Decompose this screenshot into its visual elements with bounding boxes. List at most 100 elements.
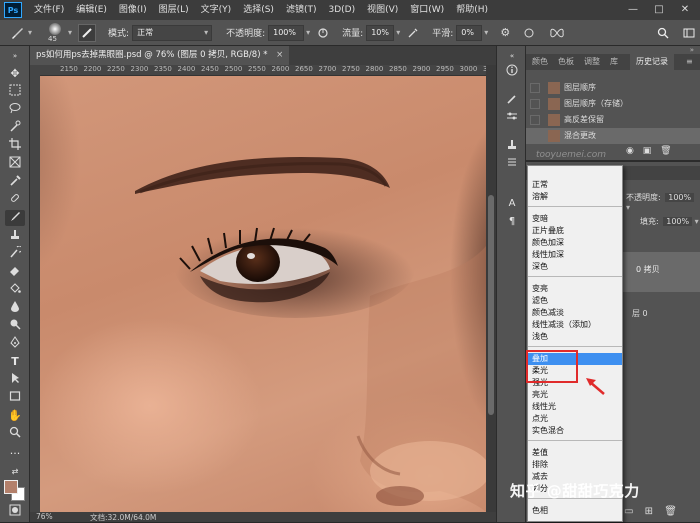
menu-item[interactable]: 文字(Y) bbox=[195, 0, 238, 20]
pressure-opacity-icon[interactable] bbox=[314, 24, 332, 42]
flow-caret-icon[interactable]: ▾ bbox=[396, 28, 400, 37]
properties-icon[interactable] bbox=[502, 156, 522, 172]
type-tool-icon[interactable]: T bbox=[5, 354, 25, 370]
blend-mode-option[interactable]: 实色混合 bbox=[528, 425, 622, 437]
blend-mode-option[interactable]: 颜色减淡 bbox=[528, 307, 622, 319]
flow-field[interactable]: 10% bbox=[366, 24, 395, 41]
smooth-caret-icon[interactable]: ▾ bbox=[484, 28, 488, 37]
layer-row-selected[interactable]: 0 拷贝 bbox=[622, 252, 700, 292]
search-icon[interactable] bbox=[654, 24, 672, 42]
move-tool-icon[interactable]: ✥ bbox=[5, 66, 25, 82]
document-tab[interactable]: ps如何用ps去掉黑眼圈.psd @ 76% (图层 0 拷贝, RGB/8) … bbox=[30, 46, 290, 65]
close-window-button[interactable]: ✕ bbox=[672, 0, 698, 20]
blend-mode-option[interactable]: 深色 bbox=[528, 261, 622, 273]
blend-mode-option[interactable]: 差值 bbox=[528, 447, 622, 459]
paragraph-panel-icon[interactable]: ¶ bbox=[502, 214, 522, 230]
tab-color[interactable]: 颜色 bbox=[532, 54, 548, 70]
workspace-icon[interactable] bbox=[680, 24, 698, 42]
history-item[interactable]: 图层顺序（存储） bbox=[526, 96, 700, 112]
tab-swatches[interactable]: 色板 bbox=[558, 54, 574, 70]
brush-panel-icon[interactable] bbox=[502, 92, 522, 108]
brush-settings-panel-icon[interactable] bbox=[502, 110, 522, 126]
hand-tool-icon[interactable]: ✋ bbox=[5, 408, 25, 424]
blend-mode-option[interactable]: 排除 bbox=[528, 459, 622, 471]
symmetry-butterfly-icon[interactable] bbox=[548, 24, 566, 42]
swap-colors-icon[interactable]: ⇄ bbox=[5, 464, 25, 480]
menu-item[interactable]: 窗口(W) bbox=[404, 0, 450, 20]
close-tab-icon[interactable]: × bbox=[276, 50, 283, 60]
quick-select-tool-icon[interactable] bbox=[5, 120, 25, 136]
delete-history-icon[interactable]: 🗑 bbox=[660, 146, 671, 156]
history-item[interactable]: 高反差保留 bbox=[526, 112, 700, 128]
foreground-color-swatch[interactable] bbox=[4, 480, 18, 494]
layer-row[interactable]: 层 0 bbox=[622, 302, 700, 326]
new-group-icon[interactable]: ▭ bbox=[624, 506, 633, 517]
menu-item[interactable]: 滤镜(T) bbox=[280, 0, 323, 20]
layer-fill-control[interactable]: 填充: 100% ▾ bbox=[640, 216, 699, 227]
path-selection-tool-icon[interactable] bbox=[5, 372, 25, 388]
clone-source-icon[interactable] bbox=[502, 138, 522, 154]
paint-bucket-tool-icon[interactable] bbox=[5, 282, 25, 298]
maximize-button[interactable]: □ bbox=[646, 0, 672, 20]
dodge-tool-icon[interactable] bbox=[5, 318, 25, 334]
character-panel-icon[interactable]: A bbox=[502, 196, 522, 212]
frame-tool-icon[interactable] bbox=[5, 156, 25, 172]
menu-item[interactable]: 编辑(E) bbox=[70, 0, 113, 20]
marquee-tool-icon[interactable] bbox=[5, 84, 25, 100]
blend-mode-option[interactable]: 浅色 bbox=[528, 331, 622, 343]
history-brush-tool-icon[interactable] bbox=[5, 245, 25, 262]
menu-item[interactable]: 帮助(H) bbox=[450, 0, 494, 20]
snapshot-icon[interactable]: ◉ bbox=[626, 146, 634, 156]
brush-picker-caret-icon[interactable]: ▾ bbox=[68, 28, 72, 37]
tab-libraries[interactable]: 库 bbox=[610, 54, 618, 70]
new-layer-icon[interactable]: ⊞ bbox=[645, 506, 653, 517]
layer-opacity-control[interactable]: 不透明度: 100% ▾ bbox=[626, 192, 700, 212]
brush-settings-icon[interactable] bbox=[78, 23, 97, 42]
collapse-dock-icon[interactable]: » bbox=[690, 46, 694, 54]
eraser-tool-icon[interactable] bbox=[5, 264, 25, 280]
blend-mode-dropdown[interactable]: 正常 溶解 变暗 正片叠底 颜色加深 线性加深 深色 变亮 滤色 颜色减淡 线性减淡（添加） 浅色 叠加… bbox=[527, 165, 623, 522]
blend-mode-option[interactable]: 滤色 bbox=[528, 295, 622, 307]
more-tools-icon[interactable]: ··· bbox=[5, 446, 25, 462]
scrollbar-thumb[interactable] bbox=[488, 195, 494, 415]
zoom-tool-icon[interactable] bbox=[5, 426, 25, 442]
history-item[interactable]: 图层顺序 bbox=[526, 80, 700, 96]
delete-layer-icon[interactable]: 🗑 bbox=[664, 506, 677, 517]
blend-mode-option[interactable]: 颜色加深 bbox=[528, 237, 622, 249]
dropdown-caret-icon[interactable]: ▾ bbox=[28, 28, 32, 37]
blend-mode-option[interactable]: 点光 bbox=[528, 413, 622, 425]
blend-mode-option[interactable]: 线性减淡（添加） bbox=[528, 319, 622, 331]
blend-mode-option[interactable]: 正片叠底 bbox=[528, 225, 622, 237]
brush-tool-icon[interactable] bbox=[8, 24, 26, 42]
zoom-level[interactable]: 76% bbox=[36, 512, 53, 521]
crop-tool-icon[interactable] bbox=[5, 138, 25, 154]
blend-mode-option[interactable]: 线性光 bbox=[528, 401, 622, 413]
airbrush-icon[interactable] bbox=[404, 24, 422, 42]
gear-icon[interactable]: ⚙ bbox=[496, 24, 514, 42]
brush-tool-icon[interactable] bbox=[5, 210, 25, 226]
menu-item[interactable]: 文件(F) bbox=[28, 0, 70, 20]
blend-mode-option[interactable]: 正常 bbox=[528, 179, 622, 191]
document-info[interactable]: 文档:32.0M/64.0M bbox=[90, 512, 156, 523]
menu-item[interactable]: 3D(D) bbox=[322, 0, 361, 20]
quick-mask-icon[interactable] bbox=[5, 504, 25, 520]
menu-item[interactable]: 图像(I) bbox=[113, 0, 153, 20]
canvas-photo[interactable] bbox=[40, 76, 486, 512]
blend-mode-option[interactable]: 变亮 bbox=[528, 283, 622, 295]
blend-mode-option[interactable]: 线性加深 bbox=[528, 249, 622, 261]
history-item-selected[interactable]: 混合更改 bbox=[526, 128, 700, 144]
mode-select[interactable]: 正常 ▾ bbox=[132, 24, 213, 41]
opacity-field[interactable]: 100% bbox=[268, 24, 305, 41]
pressure-size-icon[interactable] bbox=[520, 24, 538, 42]
tab-adjustments[interactable]: 调整 bbox=[584, 54, 600, 70]
blur-tool-icon[interactable] bbox=[5, 300, 25, 316]
expand-panels-icon[interactable]: « bbox=[502, 48, 522, 64]
smooth-field[interactable]: 0% bbox=[456, 24, 483, 41]
opacity-caret-icon[interactable]: ▾ bbox=[306, 28, 310, 37]
menu-item[interactable]: 选择(S) bbox=[237, 0, 280, 20]
menu-item[interactable]: 视图(V) bbox=[361, 0, 404, 20]
blend-mode-option[interactable]: 溶解 bbox=[528, 191, 622, 203]
healing-brush-tool-icon[interactable] bbox=[5, 192, 25, 208]
brush-preset-picker[interactable]: 45 bbox=[42, 22, 68, 44]
pen-tool-icon[interactable] bbox=[5, 336, 25, 352]
